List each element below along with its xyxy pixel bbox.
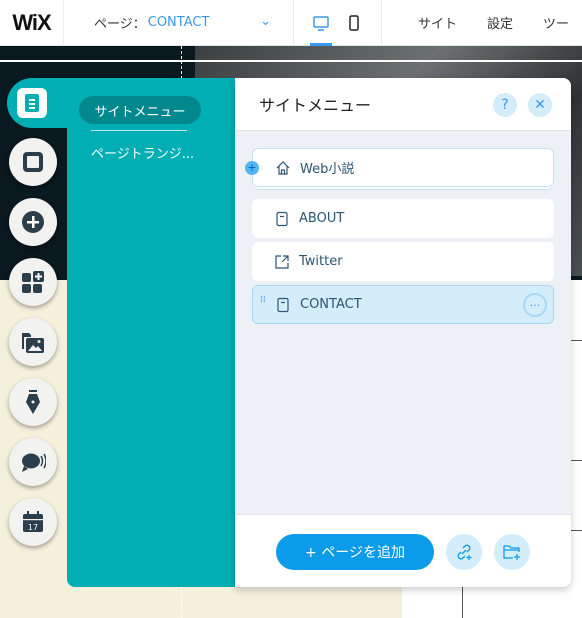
page-label: Twitter [299, 254, 343, 269]
pen-icon [26, 390, 40, 414]
page-item-home[interactable]: + Web小説 [245, 148, 554, 187]
help-button[interactable]: ? [493, 93, 517, 117]
close-button[interactable]: ✕ [528, 93, 552, 117]
page-item-contact[interactable]: ⁞⁞ CONTACT ··· [252, 285, 554, 324]
page-label: CONTACT [300, 297, 362, 312]
media-icon [22, 333, 44, 353]
add-folder-button[interactable] [494, 534, 530, 570]
divider [570, 530, 582, 531]
pages-icon[interactable] [17, 88, 47, 118]
divider [570, 460, 582, 461]
page-label: ABOUT [299, 211, 345, 226]
chat-button[interactable] [9, 438, 57, 486]
drag-handle-icon[interactable]: ⁞⁞ [260, 296, 266, 305]
menu-settings[interactable]: 設定 [487, 13, 513, 32]
tab-divider [91, 130, 187, 131]
page-item-about[interactable]: ABOUT [252, 199, 554, 238]
apps-icon [22, 271, 44, 293]
link-plus-icon [457, 544, 472, 560]
calendar-icon: 17 [23, 511, 43, 532]
tab-page-transitions[interactable]: ページトランジ... [91, 143, 194, 162]
desktop-icon[interactable] [312, 14, 330, 32]
add-link-button[interactable] [446, 534, 482, 570]
bookings-button[interactable]: 17 [9, 498, 57, 546]
page-icon [277, 297, 289, 312]
device-switcher [294, 0, 382, 46]
menu-tools[interactable]: ツー [543, 13, 569, 32]
close-icon: ✕ [534, 97, 546, 113]
chat-icon [22, 453, 46, 472]
more-actions-button[interactable]: ··· [523, 293, 547, 317]
background-button[interactable] [9, 138, 57, 186]
page-label: ページ： [94, 17, 146, 32]
plus-circle-icon [22, 211, 44, 233]
guide-line [0, 60, 582, 62]
page-selector[interactable]: ページ： CONTACT ⌄ [64, 0, 294, 46]
square-icon [23, 152, 43, 172]
menu-site[interactable]: サイト [418, 13, 457, 32]
blog-button[interactable] [9, 378, 57, 426]
site-menu-panel: サイトメニュー ? ✕ + Web小説 ABOUT Twitter ⁞⁞ CON… [235, 78, 571, 587]
chevron-down-icon: ⌄ [260, 13, 271, 29]
question-icon: ? [501, 97, 509, 113]
add-page-button[interactable]: + ページを追加 [276, 534, 434, 570]
media-button[interactable] [9, 318, 57, 366]
current-page: CONTACT [147, 15, 210, 30]
folder-plus-icon [503, 545, 520, 560]
add-element-button[interactable] [9, 198, 57, 246]
tab-site-menu[interactable]: サイトメニュー [79, 96, 201, 124]
plus-icon[interactable]: + [245, 161, 259, 175]
svg-text:17: 17 [28, 523, 38, 532]
mobile-icon[interactable] [345, 14, 363, 32]
page-icon [276, 211, 288, 226]
page-item-twitter[interactable]: Twitter [252, 242, 554, 281]
external-link-icon [275, 254, 289, 269]
top-bar: WiX ページ： CONTACT ⌄ サイト 設定 ツー [0, 0, 582, 46]
add-apps-button[interactable] [9, 258, 57, 306]
home-icon [276, 160, 290, 175]
wix-logo[interactable]: WiX [0, 0, 64, 46]
page-label: Web小説 [300, 162, 355, 177]
panel-title: サイトメニュー [259, 96, 372, 115]
